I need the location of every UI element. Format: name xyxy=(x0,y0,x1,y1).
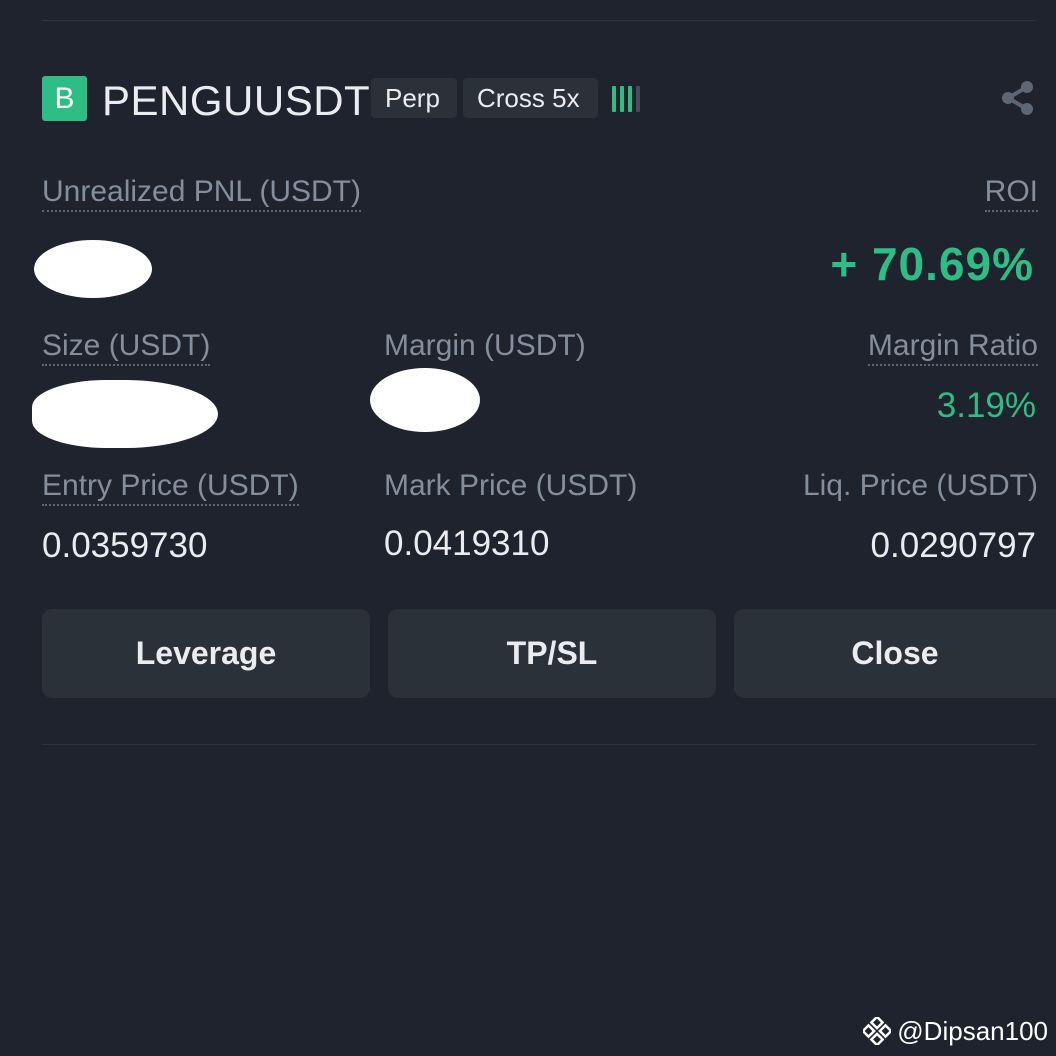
close-position-button[interactable]: Close xyxy=(734,609,1056,698)
share-icon[interactable] xyxy=(1000,80,1036,116)
binance-logo-icon xyxy=(863,1017,892,1045)
entry-price-label[interactable]: Entry Price (USDT) xyxy=(42,468,299,506)
margin-mode-tag[interactable]: Cross 5x xyxy=(463,78,598,118)
leverage-button[interactable]: Leverage xyxy=(42,609,370,698)
watermark-handle: @Dipsan100 xyxy=(897,1015,1048,1046)
contract-type-tag: Perp xyxy=(371,78,457,118)
margin-ratio-value: 3.19% xyxy=(936,386,1036,425)
margin-ratio-label[interactable]: Margin Ratio xyxy=(867,328,1038,366)
mark-price-label: Mark Price (USDT) xyxy=(384,469,638,502)
top-divider xyxy=(42,20,1036,21)
entry-price-value: 0.0359730 xyxy=(42,526,208,565)
liq-price-value: 0.0290797 xyxy=(870,526,1036,565)
redacted-size-value xyxy=(32,380,218,448)
mark-price-value: 0.0419310 xyxy=(384,524,550,563)
symbol-title[interactable]: PENGUUSDT xyxy=(102,76,370,124)
liq-price-label: Liq. Price (USDT) xyxy=(802,469,1038,502)
bottom-divider xyxy=(42,744,1036,745)
redacted-pnl-value xyxy=(34,240,152,298)
side-badge: B xyxy=(42,76,87,121)
size-label[interactable]: Size (USDT) xyxy=(42,328,211,366)
tpsl-button[interactable]: TP/SL xyxy=(388,609,716,698)
unrealized-pnl-label[interactable]: Unrealized PNL (USDT) xyxy=(42,174,361,212)
roi-label[interactable]: ROI xyxy=(984,174,1038,212)
redacted-margin-value xyxy=(370,368,480,432)
watermark: @Dipsan100 xyxy=(863,1014,1048,1048)
margin-ratio-bars-icon xyxy=(612,84,642,112)
roi-value: + 70.69% xyxy=(830,238,1034,290)
margin-label: Margin (USDT) xyxy=(384,329,586,362)
position-header: B PENGUUSDT Perp Cross 5x xyxy=(42,76,1036,124)
